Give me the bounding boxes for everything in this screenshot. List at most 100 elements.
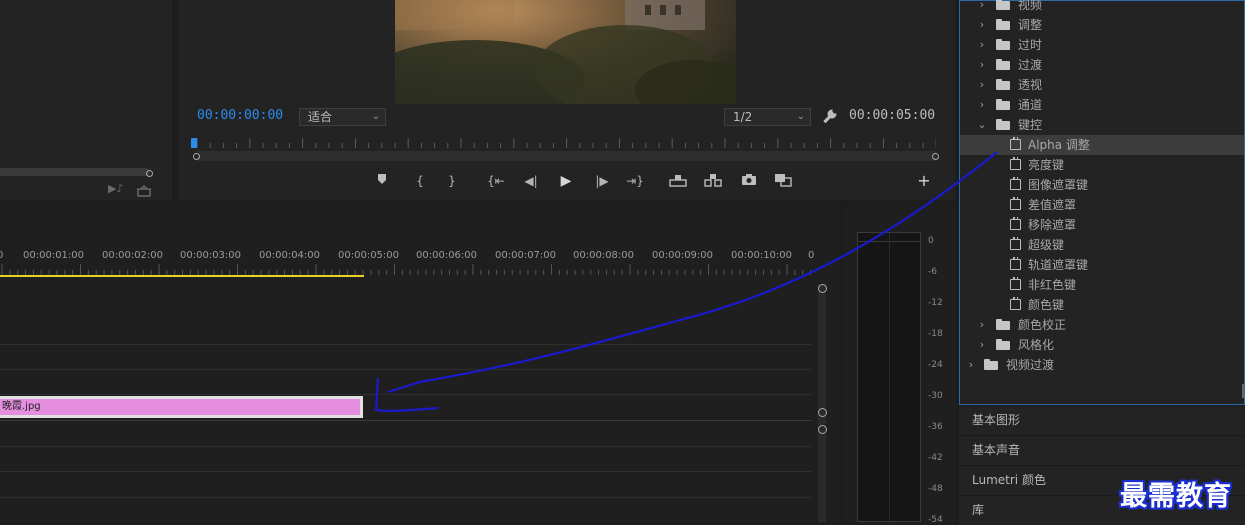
- effect-item-row[interactable]: Alpha 调整: [960, 135, 1244, 155]
- insert-icon[interactable]: ▶♪: [108, 182, 123, 195]
- effects-folder-row[interactable]: › 视频过渡: [960, 355, 1244, 375]
- effects-folder-row[interactable]: › 过时: [960, 35, 1244, 55]
- tab-label: 基本图形: [972, 413, 1021, 427]
- effect-item-row[interactable]: 图像遮罩键: [960, 175, 1244, 195]
- step-back-icon[interactable]: ◀|: [521, 173, 541, 189]
- zoom-level-value: 适合: [308, 110, 333, 124]
- meter-db-label: -12: [928, 298, 943, 308]
- extract-icon[interactable]: [703, 173, 723, 191]
- scroll-handle-mid[interactable]: [818, 408, 827, 417]
- effects-folder-row[interactable]: › 调整: [960, 15, 1244, 35]
- marker-icon[interactable]: [372, 173, 392, 189]
- chevron-right-icon[interactable]: ›: [977, 0, 987, 15]
- camera-icon[interactable]: [739, 173, 759, 189]
- effects-scrollbar[interactable]: [1242, 384, 1244, 398]
- effects-folder-row[interactable]: › 透视: [960, 75, 1244, 95]
- clip-label: 晚霞.jpg: [0, 399, 360, 415]
- source-scrub-bar[interactable]: [0, 168, 150, 176]
- effect-item-row[interactable]: 轨道遮罩键: [960, 255, 1244, 275]
- effect-icon: [1010, 297, 1021, 310]
- timeline-clip[interactable]: 晚霞.jpg: [0, 396, 363, 418]
- tab-label: Lumetri 颜色: [972, 473, 1046, 487]
- effects-folder-row[interactable]: › 视频: [960, 0, 1244, 15]
- go-to-in-icon[interactable]: {⇤: [486, 173, 506, 189]
- track-divider: [0, 471, 812, 472]
- add-button-icon[interactable]: +: [914, 173, 934, 189]
- chevron-down-icon: ⌄: [371, 111, 380, 122]
- mark-out-icon[interactable]: }: [442, 173, 462, 189]
- chevron-right-icon[interactable]: ›: [977, 95, 987, 115]
- timeline-ruler-label: 00:00:05:00: [338, 250, 400, 261]
- effects-folder-row[interactable]: › 过渡: [960, 55, 1244, 75]
- chevron-right-icon[interactable]: ›: [977, 35, 987, 55]
- meter-db-label: -36: [928, 422, 943, 432]
- scroll-handle-top[interactable]: [818, 284, 827, 293]
- meter-db-label: -24: [928, 360, 943, 370]
- tab-label: 库: [972, 503, 985, 517]
- chevron-right-icon[interactable]: ›: [977, 335, 987, 355]
- tab-essential-graphics[interactable]: 基本图形: [959, 405, 1245, 435]
- source-scrub-handle[interactable]: [146, 170, 153, 177]
- wrench-icon[interactable]: [822, 108, 838, 124]
- meter-db-label: -48: [928, 484, 943, 494]
- export-frame-icon[interactable]: [137, 182, 151, 197]
- folder-icon: [996, 339, 1010, 350]
- effects-folder-row[interactable]: › 风格化: [960, 335, 1244, 355]
- chevron-right-icon[interactable]: ›: [977, 55, 987, 75]
- meter-db-label: -42: [928, 453, 943, 463]
- effects-folder-row[interactable]: ⌄ 键控: [960, 115, 1244, 135]
- chevron-right-icon[interactable]: ›: [977, 15, 987, 35]
- meter-db-label: -30: [928, 391, 943, 401]
- chevron-right-icon[interactable]: ›: [977, 75, 987, 95]
- effects-folder-row[interactable]: › 通道: [960, 95, 1244, 115]
- tree-item-label: 图像遮罩键: [1028, 178, 1089, 192]
- effect-item-row[interactable]: 颜色键: [960, 295, 1244, 315]
- folder-icon: [996, 0, 1010, 10]
- chevron-right-icon[interactable]: ›: [977, 315, 987, 335]
- zoom-handle-left[interactable]: [193, 153, 200, 160]
- program-time-ruler[interactable]: [194, 134, 936, 148]
- step-forward-icon[interactable]: |▶: [592, 173, 612, 189]
- zoom-level-select[interactable]: 适合 ⌄: [299, 108, 386, 126]
- timeline-time-ruler[interactable]: [0, 262, 812, 276]
- lift-icon[interactable]: [668, 173, 688, 191]
- meter-db-label: -18: [928, 329, 943, 339]
- effect-item-row[interactable]: 差值遮罩: [960, 195, 1244, 215]
- timeline-vertical-scrollbar[interactable]: [818, 284, 826, 522]
- work-area-bar[interactable]: [0, 275, 364, 277]
- playback-resolution-select[interactable]: 1/2 ⌄: [724, 108, 811, 126]
- track-divider: [0, 369, 812, 370]
- tree-item-label: 通道: [1018, 98, 1043, 112]
- effect-item-row[interactable]: 非红色键: [960, 275, 1244, 295]
- chevron-down-icon[interactable]: ⌄: [977, 115, 987, 135]
- compare-icon[interactable]: [773, 173, 793, 191]
- tree-item-label: 视频过渡: [1006, 358, 1055, 372]
- timeline-ruler-label: 00:00:03:00: [180, 250, 242, 261]
- effect-item-row[interactable]: 移除遮罩: [960, 215, 1244, 235]
- tree-item-label: 透视: [1018, 78, 1043, 92]
- play-icon[interactable]: ▶: [556, 173, 576, 189]
- track-divider: [0, 394, 812, 395]
- go-to-out-icon[interactable]: ⇥}: [625, 173, 645, 189]
- effects-folder-row[interactable]: › 颜色校正: [960, 315, 1244, 335]
- zoom-handle-right[interactable]: [932, 153, 939, 160]
- chevron-down-icon: ⌄: [796, 111, 805, 122]
- tree-item-label: Alpha 调整: [1028, 138, 1090, 152]
- timeline-ruler-label: 00:00:01:00: [23, 250, 85, 261]
- program-playhead[interactable]: [191, 138, 197, 148]
- mark-in-icon[interactable]: {: [410, 173, 430, 189]
- track-divider: [0, 446, 812, 447]
- program-timecode-current[interactable]: 00:00:00:00: [197, 108, 283, 123]
- tree-item-label: 过渡: [1018, 58, 1043, 72]
- tree-item-label: 轨道遮罩键: [1028, 258, 1089, 272]
- folder-icon: [996, 39, 1010, 50]
- scroll-handle-lower[interactable]: [818, 425, 827, 434]
- tree-item-label: 视频: [1018, 0, 1043, 12]
- folder-icon: [996, 99, 1010, 110]
- program-zoom-scrollbar[interactable]: [197, 151, 936, 161]
- effect-item-row[interactable]: 亮度键: [960, 155, 1244, 175]
- effect-item-row[interactable]: 超级键: [960, 235, 1244, 255]
- chevron-right-icon[interactable]: ›: [966, 355, 976, 375]
- watermark-logo: 最需教育: [1120, 481, 1232, 512]
- tab-essential-sound[interactable]: 基本声音: [959, 435, 1245, 465]
